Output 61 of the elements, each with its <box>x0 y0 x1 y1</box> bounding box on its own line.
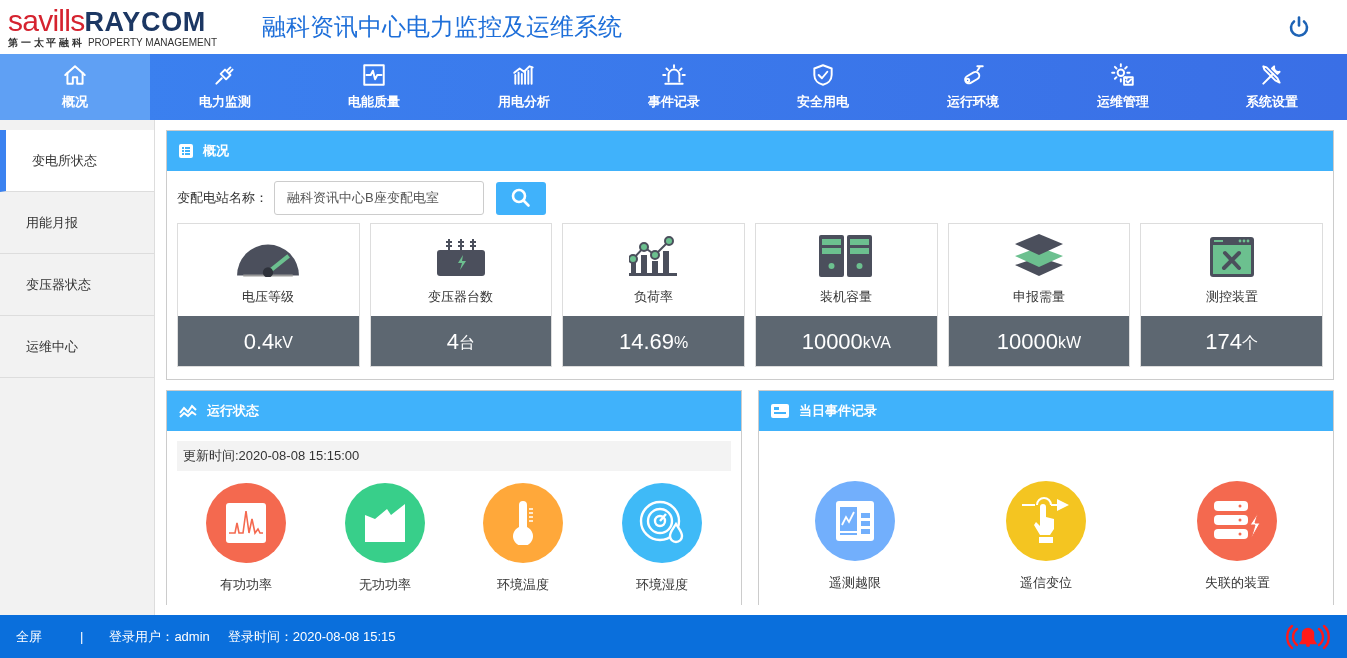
nav-icon <box>1109 62 1136 89</box>
sidebar-item[interactable]: 变压器状态 <box>0 254 154 316</box>
logo-tagline: PROPERTY MANAGEMENT <box>87 38 217 48</box>
transformer-icon <box>436 236 486 277</box>
station-name-field[interactable]: 融科资讯中心B座变配电室 <box>274 181 484 215</box>
update-time: 更新时间:2020-08-08 15:15:00 <box>177 441 731 471</box>
stat-value: 10000kW <box>948 316 1130 366</box>
server-icon <box>819 234 874 277</box>
event-label: 遥信变位 <box>1020 574 1072 592</box>
stat-value: 14.69% <box>563 316 744 366</box>
power-icon[interactable] <box>1287 15 1311 39</box>
app-title: 融科资讯中心电力监控及运维系统 <box>262 12 622 42</box>
stat-label: 申报需量 <box>1013 287 1065 306</box>
stat-label: 负荷率 <box>634 287 674 306</box>
stat-value: 4台 <box>370 316 552 366</box>
sidebar-item[interactable]: 变电所状态 <box>0 130 154 192</box>
logo-tagline: 第 一 太 平 融 科 <box>8 38 82 48</box>
fullscreen-link[interactable]: 全屏 <box>16 626 42 647</box>
separator: | <box>80 627 84 646</box>
monitor-icon <box>771 404 789 418</box>
list-icon <box>179 144 193 158</box>
panel-title: 概况 <box>203 142 229 161</box>
load-chart-icon <box>628 234 679 277</box>
stat-value: 0.4kV <box>178 316 359 366</box>
nav-tab[interactable]: 电力监测 <box>149 54 300 120</box>
stat-value: 174个 <box>1141 316 1322 366</box>
stat-label: 装机容量 <box>820 287 873 306</box>
event-label: 遥测越限 <box>828 574 881 592</box>
nav-tab[interactable]: 用电分析 <box>449 54 599 120</box>
station-label: 变配电站名称： <box>177 189 268 208</box>
stat-label: 变压器台数 <box>428 287 494 306</box>
stat-label: 电压等级 <box>242 287 295 306</box>
stat-value: 10000kVA <box>756 316 937 366</box>
alarm-bell-icon[interactable] <box>1285 623 1331 650</box>
nav-tab[interactable]: 安全用电 <box>748 54 899 120</box>
logo-wordmark: savills <box>8 6 85 36</box>
sidebar-item[interactable]: 用能月报 <box>0 192 154 254</box>
nav-tab[interactable]: 概况 <box>0 54 150 120</box>
metric-label: 有功功率 <box>220 576 273 594</box>
panel-title: 运行状态 <box>207 402 259 421</box>
stat-label: 测控装置 <box>1205 287 1258 306</box>
nav-tab[interactable]: 事件记录 <box>598 54 749 120</box>
metric-label: 无功功率 <box>358 576 411 594</box>
search-button[interactable] <box>496 181 546 215</box>
nav-tab[interactable]: 系统设置 <box>1197 54 1347 120</box>
logo-wordmark: RAYCOM <box>84 9 206 36</box>
nav-tab[interactable]: 运维管理 <box>1047 54 1198 120</box>
login-time: 登录时间：2020-08-08 15:15 <box>227 627 396 646</box>
nav-tab[interactable]: 电能质量 <box>299 54 449 120</box>
trend-icon <box>179 404 197 418</box>
nav-tab[interactable]: 运行环境 <box>898 54 1048 120</box>
event-label: 失联的装置 <box>1204 574 1270 592</box>
device-tools-icon <box>1209 236 1254 277</box>
login-user: 登录用户：admin <box>109 627 210 646</box>
sidebar-item[interactable]: 运维中心 <box>0 316 154 378</box>
layers-icon <box>1014 232 1064 277</box>
metric-label: 环境温度 <box>497 576 550 594</box>
metric-label: 环境湿度 <box>635 576 688 594</box>
nav-icon <box>361 62 388 89</box>
panel-title: 当日事件记录 <box>799 402 877 421</box>
search-icon <box>511 188 531 208</box>
